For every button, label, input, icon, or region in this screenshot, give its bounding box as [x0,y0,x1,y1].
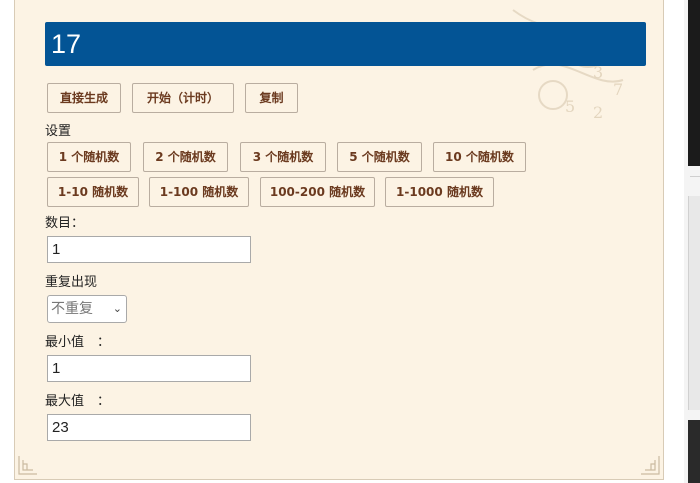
corner-ornament-right [641,456,660,475]
side-divider [690,176,700,177]
min-label: 最小值 ： [45,335,111,350]
repeat-label: 重复出现 [45,275,98,290]
count-input[interactable]: 1 [47,236,251,263]
repeat-select[interactable]: 不重复 ⌄ [47,295,127,323]
svg-text:7: 7 [613,80,623,99]
side-image-bottom [688,420,700,483]
min-input[interactable]: 1 [47,355,251,382]
start-timer-button[interactable]: 开始（计时） [132,83,234,113]
repeat-select-value: 不重复 [51,301,93,317]
preset-5-numbers-button[interactable]: 5 个随机数 [337,142,422,172]
svg-text:2: 2 [593,103,603,122]
generate-button[interactable]: 直接生成 [47,83,121,113]
range-1-1000-button[interactable]: 1-1000 随机数 [385,177,494,207]
side-panel [688,196,700,410]
count-label: 数目： [45,216,85,231]
preset-1-number-button[interactable]: 1 个随机数 [47,142,131,172]
settings-heading: 设置 [45,124,72,139]
preset-2-numbers-button[interactable]: 2 个随机数 [143,142,228,172]
range-100-200-button[interactable]: 100-200 随机数 [260,177,375,207]
copy-button[interactable]: 复制 [245,83,298,113]
side-image-top [688,0,700,166]
max-input[interactable]: 23 [47,414,251,441]
chevron-down-icon: ⌄ [112,302,122,315]
result-display: 17 [45,22,646,66]
generator-panel: 3 7 5 2 17 直接生成 开始（计时） 复制 设置 1 个随机数 2 个随… [14,0,664,480]
right-edge-strip [684,0,700,483]
max-label: 最大值 ： [45,394,111,409]
preset-3-numbers-button[interactable]: 3 个随机数 [240,142,326,172]
range-1-100-button[interactable]: 1-100 随机数 [149,177,249,207]
svg-text:5: 5 [565,97,575,116]
range-1-10-button[interactable]: 1-10 随机数 [47,177,139,207]
preset-10-numbers-button[interactable]: 10 个随机数 [433,142,526,172]
corner-ornament-left [18,456,37,475]
